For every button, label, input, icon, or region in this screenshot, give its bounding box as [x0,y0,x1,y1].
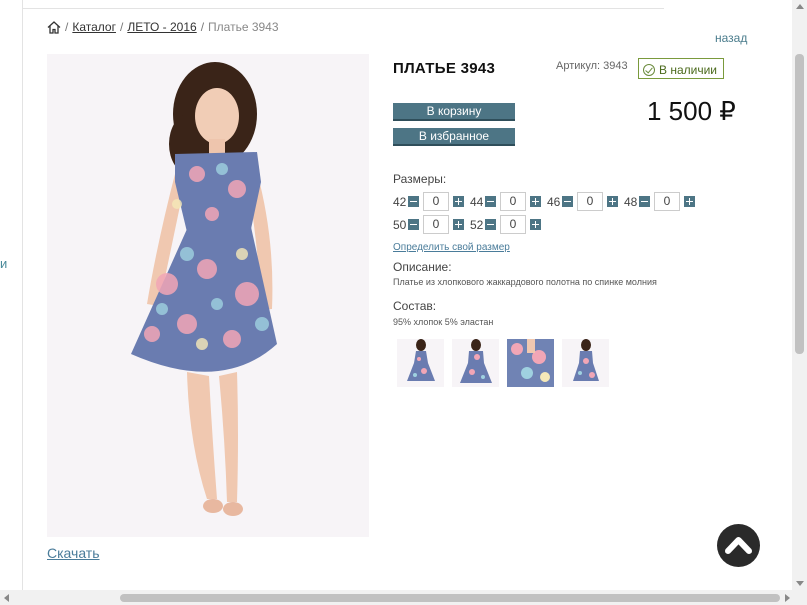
back-link[interactable]: назад [715,31,747,45]
breadcrumb-summer-2016[interactable]: ЛЕТО - 2016 [127,20,196,34]
breadcrumb-separator: / [65,20,69,34]
increment-button[interactable] [607,196,618,207]
breadcrumb-separator: / [200,20,205,34]
breadcrumb-separator: / [119,20,124,34]
quantity-input[interactable]: 0 [500,215,526,234]
decrement-button[interactable] [408,196,419,207]
vertical-scrollbar[interactable] [792,0,807,590]
stock-label: В наличии [659,62,718,77]
description-text: Платье из хлопкового жаккардового полотн… [393,277,657,287]
product-photo[interactable] [47,54,369,537]
product-title: ПЛАТЬЕ 3943 [393,60,496,77]
scroll-to-top-button[interactable] [717,524,760,567]
find-size-link[interactable]: Определить свой размер [393,242,510,253]
quantity-input[interactable]: 0 [500,192,526,211]
size-row: 42 0 44 0 46 0 48 0 [393,192,701,211]
decrement-button[interactable] [485,219,496,230]
home-icon[interactable] [47,20,61,34]
description-label: Описание: [393,260,452,274]
scroll-up-arrow-icon[interactable] [796,4,804,9]
breadcrumb-catalog[interactable]: Каталог [72,20,116,34]
vertical-scrollbar-thumb[interactable] [795,54,804,354]
increment-button[interactable] [453,219,464,230]
dress-model-image [131,62,277,516]
composition-text: 95% хлопок 5% эластан [393,317,494,327]
size-value: 48 [624,194,638,209]
decrement-button[interactable] [408,219,419,230]
size-item: 52 0 [470,215,541,234]
product-thumbnail[interactable] [562,339,609,387]
add-to-favorites-button[interactable]: В избранное [393,128,515,146]
download-link[interactable]: Скачать [47,545,100,561]
product-thumbnail[interactable] [507,339,554,387]
sizes-label: Размеры: [393,172,447,186]
product-price: 1 500 ₽ [647,96,736,126]
size-item: 46 0 [547,192,618,211]
horizontal-scrollbar-thumb[interactable] [120,594,780,602]
quantity-input[interactable]: 0 [423,192,449,211]
scroll-left-arrow-icon[interactable] [4,594,9,602]
thumbnail-gallery [397,339,609,387]
size-value: 50 [393,217,407,232]
size-value: 44 [470,194,484,209]
breadcrumb-current: Платье 3943 [208,20,279,34]
product-thumbnail[interactable] [452,339,499,387]
quantity-input[interactable]: 0 [654,192,680,211]
decrement-button[interactable] [562,196,573,207]
content-left-border [22,0,23,590]
horizontal-scrollbar[interactable] [0,590,807,605]
increment-button[interactable] [684,196,695,207]
product-thumbnail[interactable] [397,339,444,387]
decrement-button[interactable] [639,196,650,207]
composition-label: Состав: [393,299,437,313]
size-item: 44 0 [470,192,541,211]
quantity-input[interactable]: 0 [577,192,603,211]
size-value: 42 [393,194,407,209]
product-sku: Артикул: 3943 [556,60,628,72]
size-item: 50 0 [393,215,464,234]
scroll-right-arrow-icon[interactable] [785,594,790,602]
size-item: 42 0 [393,192,464,211]
add-to-cart-button[interactable]: В корзину [393,103,515,121]
check-circle-icon [643,63,655,76]
increment-button[interactable] [453,196,464,207]
stock-badge: В наличии [638,58,725,79]
size-value: 52 [470,217,484,232]
breadcrumb: / Каталог / ЛЕТО - 2016 / Платье 3943 [47,20,279,34]
decrement-button[interactable] [485,196,496,207]
scroll-down-arrow-icon[interactable] [796,581,804,586]
increment-button[interactable] [530,219,541,230]
size-value: 46 [547,194,561,209]
sidebar-edge-text: и [0,256,8,271]
header-divider [22,8,664,9]
chevron-up-icon [725,537,752,554]
quantity-input[interactable]: 0 [423,215,449,234]
increment-button[interactable] [530,196,541,207]
size-row: 50 0 52 0 [393,215,547,234]
size-item: 48 0 [624,192,695,211]
